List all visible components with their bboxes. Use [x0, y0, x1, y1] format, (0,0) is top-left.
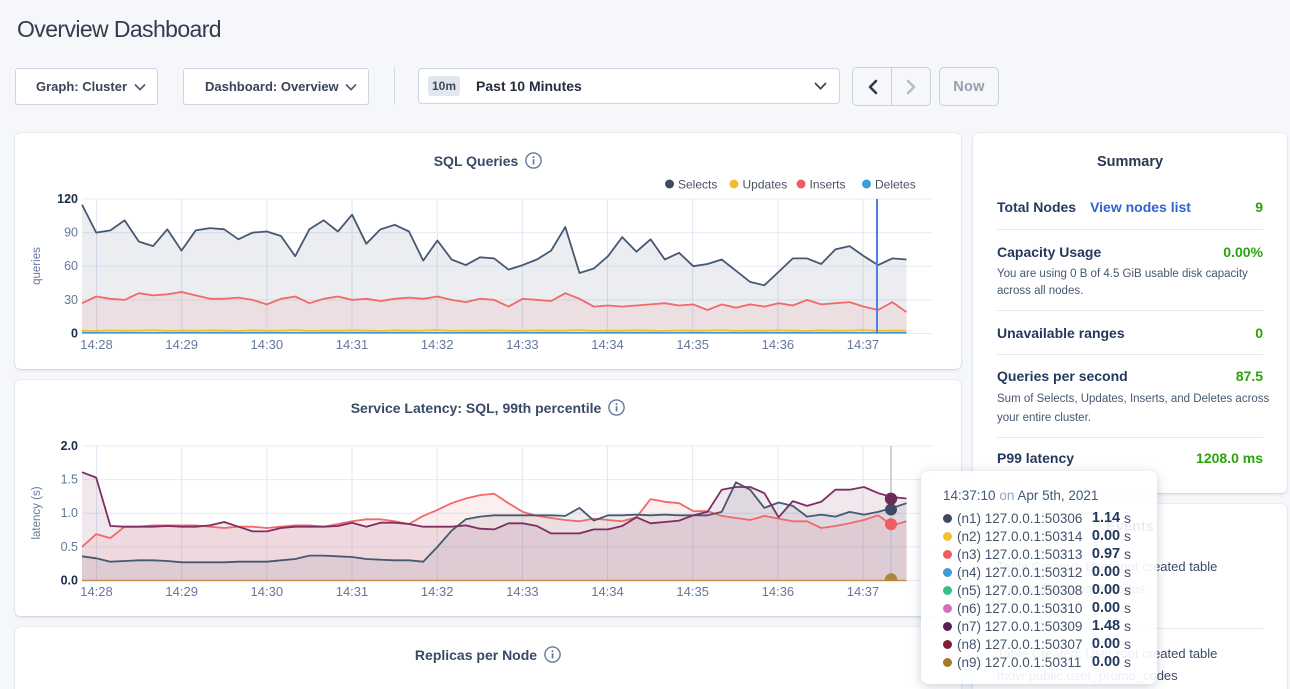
svg-text:2.0: 2.0 [61, 439, 78, 453]
svg-text:14:33: 14:33 [506, 584, 539, 599]
svg-text:30: 30 [64, 293, 78, 307]
svg-text:14:36: 14:36 [762, 584, 795, 599]
svg-text:Inserts: Inserts [810, 178, 846, 192]
svg-text:Updates: Updates [743, 178, 788, 192]
svg-text:latency (s): latency (s) [31, 486, 43, 539]
svg-text:14:29: 14:29 [165, 337, 198, 352]
svg-text:1.5: 1.5 [61, 473, 78, 487]
svg-text:14:30: 14:30 [251, 337, 284, 352]
svg-text:90: 90 [64, 226, 78, 240]
svg-text:120: 120 [57, 192, 78, 206]
svg-text:14:30: 14:30 [251, 584, 284, 599]
svg-text:14:35: 14:35 [676, 337, 709, 352]
svg-text:14:28: 14:28 [80, 584, 113, 599]
svg-text:Deletes: Deletes [875, 178, 916, 192]
svg-text:14:31: 14:31 [336, 584, 369, 599]
svg-text:14:37: 14:37 [847, 584, 880, 599]
svg-text:14:34: 14:34 [591, 337, 624, 352]
svg-text:14:32: 14:32 [421, 584, 454, 599]
svg-text:14:31: 14:31 [336, 337, 369, 352]
svg-text:14:32: 14:32 [421, 337, 454, 352]
svg-text:14:28: 14:28 [80, 337, 113, 352]
svg-text:Selects: Selects [678, 178, 717, 192]
svg-text:60: 60 [64, 259, 78, 273]
svg-text:0.5: 0.5 [61, 540, 78, 554]
svg-text:0.0: 0.0 [61, 574, 78, 588]
svg-text:14:35: 14:35 [676, 584, 709, 599]
svg-text:queries: queries [31, 247, 43, 285]
svg-text:14:33: 14:33 [506, 337, 539, 352]
svg-text:14:37: 14:37 [847, 337, 880, 352]
svg-text:14:29: 14:29 [165, 584, 198, 599]
svg-text:14:36: 14:36 [762, 337, 795, 352]
svg-text:0: 0 [71, 327, 78, 341]
svg-text:14:34: 14:34 [591, 584, 624, 599]
svg-text:1.0: 1.0 [61, 506, 78, 520]
